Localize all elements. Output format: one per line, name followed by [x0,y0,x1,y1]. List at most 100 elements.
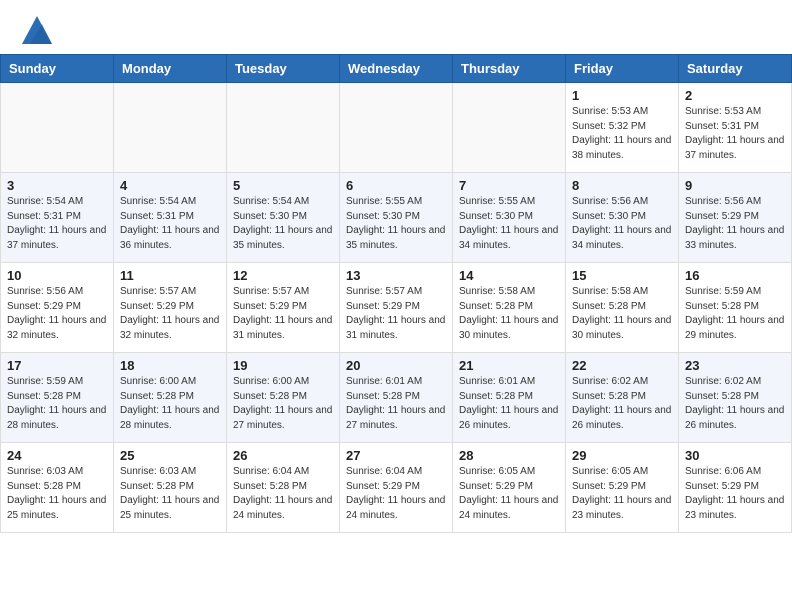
calendar-cell: 16 Sunrise: 5:59 AM Sunset: 5:28 PM Dayli… [679,263,792,353]
calendar-cell [114,83,227,173]
calendar-cell: 1 Sunrise: 5:53 AM Sunset: 5:32 PM Daylig… [566,83,679,173]
day-number: 25 [120,448,220,463]
day-number: 30 [685,448,785,463]
day-info: Sunrise: 6:02 AM Sunset: 5:28 PM Dayligh… [572,375,672,433]
calendar-cell: 23 Sunrise: 6:02 AM Sunset: 5:28 PM Dayli… [679,353,792,443]
day-info: Sunrise: 5:59 AM Sunset: 5:28 PM Dayligh… [685,285,785,343]
calendar-week-row: 3Sunrise: 5:54 AM Sunset: 5:31 PM Daylig… [1,173,792,263]
day-info: Sunrise: 5:57 AM Sunset: 5:29 PM Dayligh… [120,285,220,343]
day-info: Sunrise: 5:55 AM Sunset: 5:30 PM Dayligh… [346,195,446,253]
calendar-cell [1,83,114,173]
calendar-cell: 21 Sunrise: 6:01 AM Sunset: 5:28 PM Dayli… [453,353,566,443]
day-number: 12 [233,268,333,283]
day-info: Sunrise: 5:56 AM Sunset: 5:30 PM Dayligh… [572,195,672,253]
day-info: Sunrise: 5:58 AM Sunset: 5:28 PM Dayligh… [459,285,559,343]
calendar-cell: 24 Sunrise: 6:03 AM Sunset: 5:28 PM Dayli… [1,443,114,533]
calendar-day-header: Sunday [1,55,114,83]
calendar-cell: 11 Sunrise: 5:57 AM Sunset: 5:29 PM Dayli… [114,263,227,353]
day-info: Sunrise: 5:54 AM Sunset: 5:31 PM Dayligh… [120,195,220,253]
day-number: 10 [7,268,107,283]
calendar-cell: 8 Sunrise: 5:56 AM Sunset: 5:30 PM Daylig… [566,173,679,263]
day-info: Sunrise: 6:01 AM Sunset: 5:28 PM Dayligh… [459,375,559,433]
day-info: Sunrise: 6:00 AM Sunset: 5:28 PM Dayligh… [233,375,333,433]
day-number: 15 [572,268,672,283]
day-number: 16 [685,268,785,283]
day-info: Sunrise: 5:53 AM Sunset: 5:32 PM Dayligh… [572,105,672,163]
calendar-day-header: Tuesday [227,55,340,83]
day-info: Sunrise: 5:54 AM Sunset: 5:30 PM Dayligh… [233,195,333,253]
calendar-cell: 28 Sunrise: 6:05 AM Sunset: 5:29 PM Dayli… [453,443,566,533]
day-info: Sunrise: 5:56 AM Sunset: 5:29 PM Dayligh… [685,195,785,253]
day-number: 20 [346,358,446,373]
calendar-week-row: 24 Sunrise: 6:03 AM Sunset: 5:28 PM Dayli… [1,443,792,533]
calendar-cell: 9Sunrise: 5:56 AM Sunset: 5:29 PM Daylig… [679,173,792,263]
calendar-cell: 15Sunrise: 5:58 AM Sunset: 5:28 PM Dayli… [566,263,679,353]
day-info: Sunrise: 6:00 AM Sunset: 5:28 PM Dayligh… [120,375,220,433]
calendar-header-row: SundayMondayTuesdayWednesdayThursdayFrid… [1,55,792,83]
day-number: 17 [7,358,107,373]
day-info: Sunrise: 6:04 AM Sunset: 5:28 PM Dayligh… [233,465,333,523]
day-number: 4 [120,178,220,193]
calendar-cell: 26 Sunrise: 6:04 AM Sunset: 5:28 PM Dayli… [227,443,340,533]
calendar-cell: 10 Sunrise: 5:56 AM Sunset: 5:29 PM Dayli… [1,263,114,353]
logo-icon [22,16,52,44]
day-info: Sunrise: 6:06 AM Sunset: 5:29 PM Dayligh… [685,465,785,523]
day-number: 18 [120,358,220,373]
day-number: 1 [572,88,672,103]
day-info: Sunrise: 5:56 AM Sunset: 5:29 PM Dayligh… [7,285,107,343]
calendar-day-header: Friday [566,55,679,83]
page: SundayMondayTuesdayWednesdayThursdayFrid… [0,0,792,612]
day-info: Sunrise: 5:57 AM Sunset: 5:29 PM Dayligh… [346,285,446,343]
calendar-week-row: 10 Sunrise: 5:56 AM Sunset: 5:29 PM Dayli… [1,263,792,353]
day-number: 7 [459,178,559,193]
day-info: Sunrise: 6:05 AM Sunset: 5:29 PM Dayligh… [459,465,559,523]
day-info: Sunrise: 6:04 AM Sunset: 5:29 PM Dayligh… [346,465,446,523]
calendar-day-header: Thursday [453,55,566,83]
calendar-week-row: 17 Sunrise: 5:59 AM Sunset: 5:28 PM Dayli… [1,353,792,443]
calendar-cell: 22Sunrise: 6:02 AM Sunset: 5:28 PM Dayli… [566,353,679,443]
day-number: 14 [459,268,559,283]
calendar-cell: 19 Sunrise: 6:00 AM Sunset: 5:28 PM Dayli… [227,353,340,443]
day-info: Sunrise: 5:54 AM Sunset: 5:31 PM Dayligh… [7,195,107,253]
day-number: 13 [346,268,446,283]
calendar-week-row: 1 Sunrise: 5:53 AM Sunset: 5:32 PM Daylig… [1,83,792,173]
day-number: 5 [233,178,333,193]
day-info: Sunrise: 6:03 AM Sunset: 5:28 PM Dayligh… [7,465,107,523]
day-number: 11 [120,268,220,283]
calendar-cell [453,83,566,173]
calendar-cell: 30 Sunrise: 6:06 AM Sunset: 5:29 PM Dayli… [679,443,792,533]
calendar-cell [340,83,453,173]
calendar-cell: 7Sunrise: 5:55 AM Sunset: 5:30 PM Daylig… [453,173,566,263]
day-number: 21 [459,358,559,373]
calendar-cell: 2Sunrise: 5:53 AM Sunset: 5:31 PM Daylig… [679,83,792,173]
day-info: Sunrise: 5:53 AM Sunset: 5:31 PM Dayligh… [685,105,785,163]
calendar-cell: 14 Sunrise: 5:58 AM Sunset: 5:28 PM Dayli… [453,263,566,353]
calendar-day-header: Saturday [679,55,792,83]
day-info: Sunrise: 5:57 AM Sunset: 5:29 PM Dayligh… [233,285,333,343]
calendar-cell: 18 Sunrise: 6:00 AM Sunset: 5:28 PM Dayli… [114,353,227,443]
day-number: 23 [685,358,785,373]
header [0,0,792,54]
calendar-cell: 3Sunrise: 5:54 AM Sunset: 5:31 PM Daylig… [1,173,114,263]
day-number: 29 [572,448,672,463]
day-info: Sunrise: 5:59 AM Sunset: 5:28 PM Dayligh… [7,375,107,433]
calendar-table: SundayMondayTuesdayWednesdayThursdayFrid… [0,54,792,533]
day-number: 19 [233,358,333,373]
calendar-cell: 6Sunrise: 5:55 AM Sunset: 5:30 PM Daylig… [340,173,453,263]
logo [20,16,52,44]
calendar-cell [227,83,340,173]
calendar-cell: 13 Sunrise: 5:57 AM Sunset: 5:29 PM Dayli… [340,263,453,353]
calendar-day-header: Wednesday [340,55,453,83]
day-number: 28 [459,448,559,463]
day-info: Sunrise: 6:01 AM Sunset: 5:28 PM Dayligh… [346,375,446,433]
day-number: 27 [346,448,446,463]
day-number: 8 [572,178,672,193]
calendar-cell: 27 Sunrise: 6:04 AM Sunset: 5:29 PM Dayli… [340,443,453,533]
calendar-cell: 25Sunrise: 6:03 AM Sunset: 5:28 PM Dayli… [114,443,227,533]
calendar-cell: 29Sunrise: 6:05 AM Sunset: 5:29 PM Dayli… [566,443,679,533]
calendar-cell: 12 Sunrise: 5:57 AM Sunset: 5:29 PM Dayli… [227,263,340,353]
calendar-cell: 5 Sunrise: 5:54 AM Sunset: 5:30 PM Daylig… [227,173,340,263]
day-number: 24 [7,448,107,463]
day-number: 26 [233,448,333,463]
day-info: Sunrise: 6:02 AM Sunset: 5:28 PM Dayligh… [685,375,785,433]
